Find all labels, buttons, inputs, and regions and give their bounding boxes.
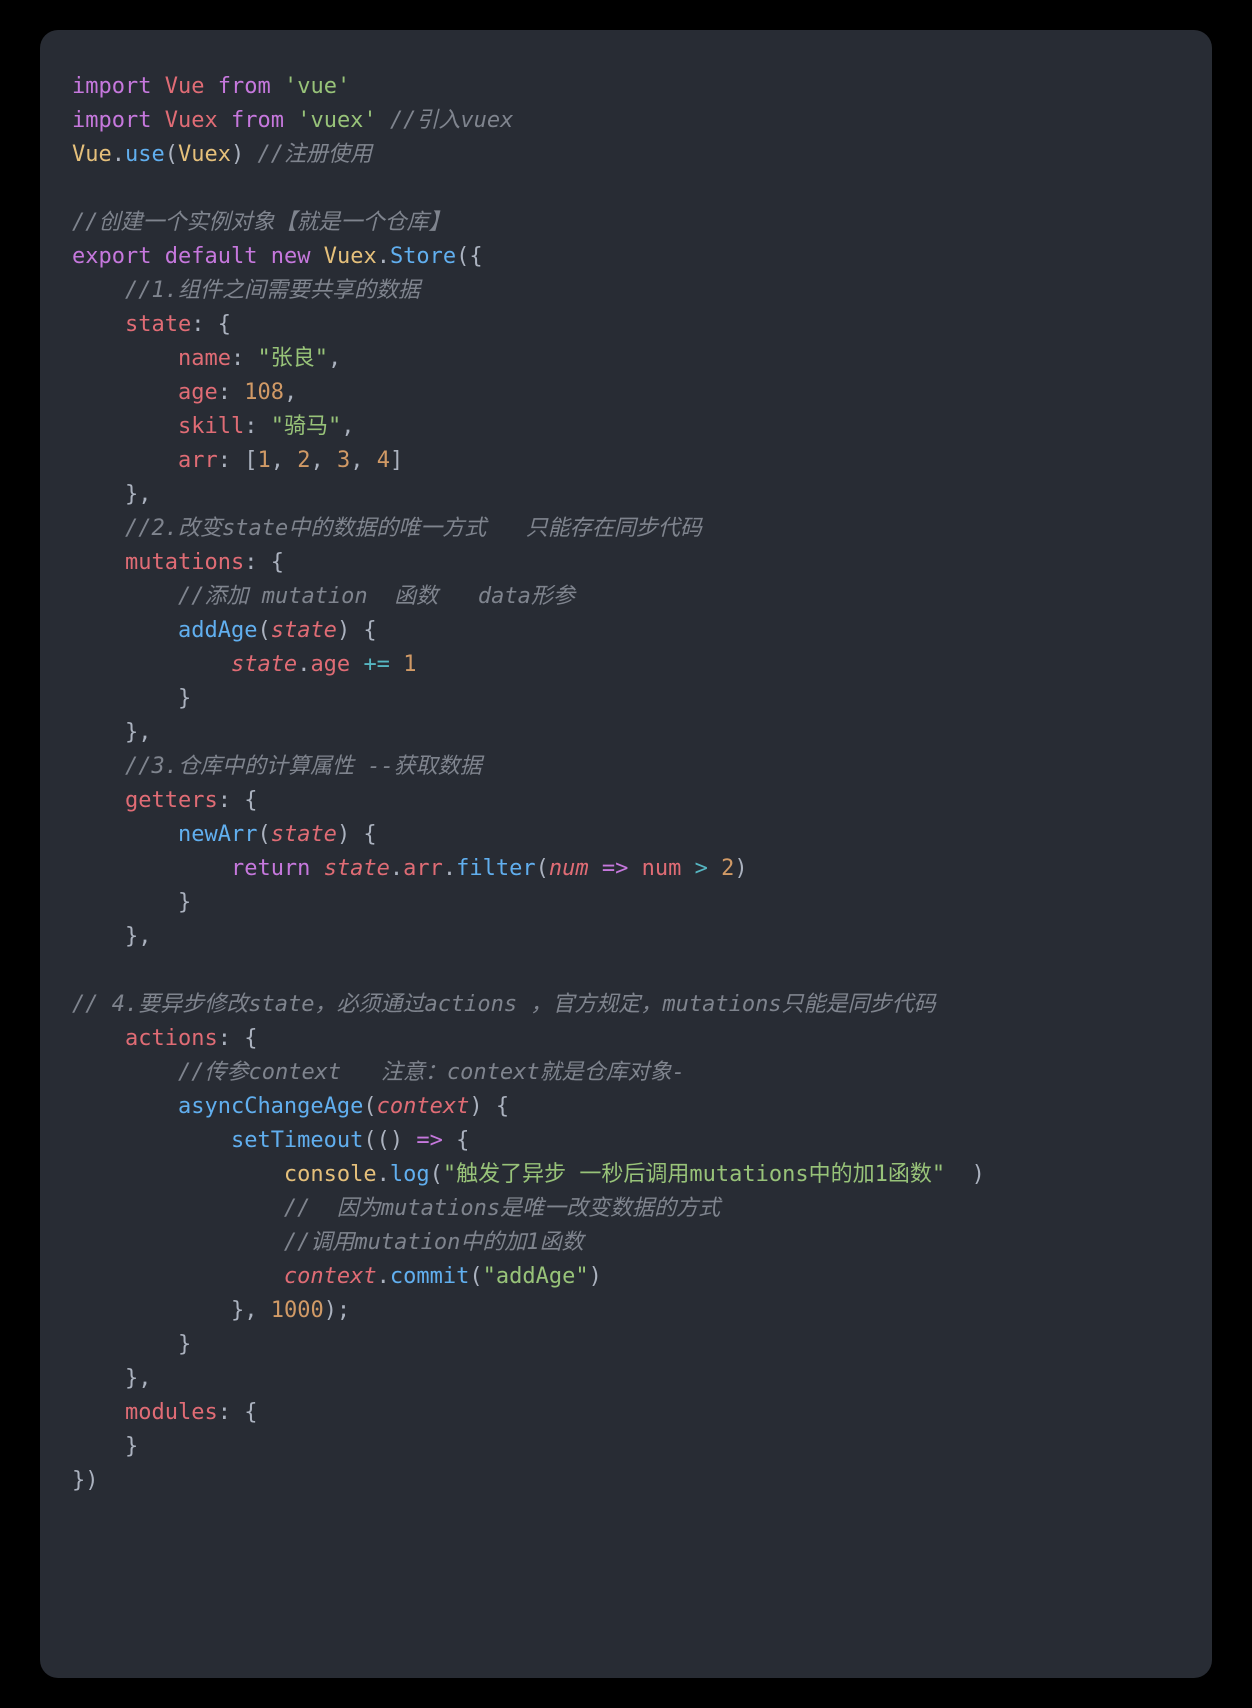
- id-vue: Vue: [165, 74, 205, 99]
- op-arrow: =>: [602, 856, 629, 881]
- comment: //2.改变state中的数据的唯一方式 只能存在同步代码: [125, 516, 702, 541]
- cls-vue: Vue: [72, 142, 112, 167]
- obj-console: console: [284, 1162, 377, 1187]
- key-skill: skill: [178, 414, 244, 439]
- key-name: name: [178, 346, 231, 371]
- prop-age: age: [310, 652, 350, 677]
- comment: //传参context 注意：context就是仓库对象-: [178, 1060, 685, 1085]
- comment: //3.仓库中的计算属性 --获取数据: [125, 754, 482, 779]
- key-getters: getters: [125, 788, 218, 813]
- arr-2: 2: [297, 448, 310, 473]
- fn-settimeout: setTimeout: [231, 1128, 363, 1153]
- op-pluseq: +=: [363, 652, 390, 677]
- comment: //添加 mutation 函数 data形参: [178, 584, 575, 609]
- val-name: "张良": [257, 346, 328, 371]
- kw-export: export: [72, 244, 151, 269]
- key-actions: actions: [125, 1026, 218, 1051]
- arr-4: 4: [377, 448, 390, 473]
- kw-return: return: [231, 856, 310, 881]
- fn-commit: commit: [390, 1264, 469, 1289]
- kw-new: new: [271, 244, 311, 269]
- comment: //1.组件之间需要共享的数据: [125, 278, 420, 303]
- fn-use: use: [125, 142, 165, 167]
- op-gt: >: [695, 856, 708, 881]
- comment: //调用mutation中的加1函数: [284, 1230, 584, 1255]
- kw-from: from: [218, 74, 271, 99]
- arg-state: state: [271, 618, 337, 643]
- str-vuex: 'vuex': [297, 108, 376, 133]
- param-num2: num: [642, 856, 682, 881]
- obj-context: context: [284, 1264, 377, 1289]
- key-arr: arr: [178, 448, 218, 473]
- obj-state: state: [324, 856, 390, 881]
- fn-filter: filter: [456, 856, 535, 881]
- val-skill: "骑马": [271, 414, 342, 439]
- code-block: import Vue from 'vue' import Vuex from '…: [72, 70, 1182, 1498]
- comment: //引入vuex: [390, 108, 513, 133]
- fn-log: log: [390, 1162, 430, 1187]
- prop-arr: arr: [403, 856, 443, 881]
- obj-state: state: [231, 652, 297, 677]
- fn-store: Store: [390, 244, 456, 269]
- code-card: import Vue from 'vue' import Vuex from '…: [40, 30, 1212, 1678]
- kw-from: from: [231, 108, 284, 133]
- kw-default: default: [165, 244, 258, 269]
- op-arrow: =>: [416, 1128, 443, 1153]
- comment: // 因为mutations是唯一改变数据的方式: [284, 1196, 720, 1221]
- key-modules: modules: [125, 1400, 218, 1425]
- val-1: 1: [403, 652, 416, 677]
- cls-vuex: Vuex: [324, 244, 377, 269]
- comment: //注册使用: [257, 142, 372, 167]
- kw-import: import: [72, 74, 151, 99]
- val-1000: 1000: [271, 1298, 324, 1323]
- arr-3: 3: [337, 448, 350, 473]
- fn-asyncchangeage: asyncChangeAge: [178, 1094, 363, 1119]
- fn-newarr: newArr: [178, 822, 257, 847]
- key-state: state: [125, 312, 191, 337]
- param-num: num: [549, 856, 589, 881]
- arg-state: state: [271, 822, 337, 847]
- kw-import: import: [72, 108, 151, 133]
- arg-context: context: [377, 1094, 470, 1119]
- val-age: 108: [244, 380, 284, 405]
- val-2: 2: [721, 856, 734, 881]
- fn-addage: addAge: [178, 618, 257, 643]
- key-mutations: mutations: [125, 550, 244, 575]
- id-vuex: Vuex: [165, 108, 218, 133]
- str-log: "触发了异步 一秒后调用mutations中的加1函数": [443, 1162, 945, 1187]
- str-addage: "addAge": [483, 1264, 589, 1289]
- comment: // 4.要异步修改state，必须通过actions ，官方规定，mutati…: [72, 992, 936, 1017]
- arg-vuex: Vuex: [178, 142, 231, 167]
- arr-1: 1: [257, 448, 270, 473]
- comment: //创建一个实例对象【就是一个仓库】: [72, 210, 451, 235]
- key-age: age: [178, 380, 218, 405]
- str-vue: 'vue': [284, 74, 350, 99]
